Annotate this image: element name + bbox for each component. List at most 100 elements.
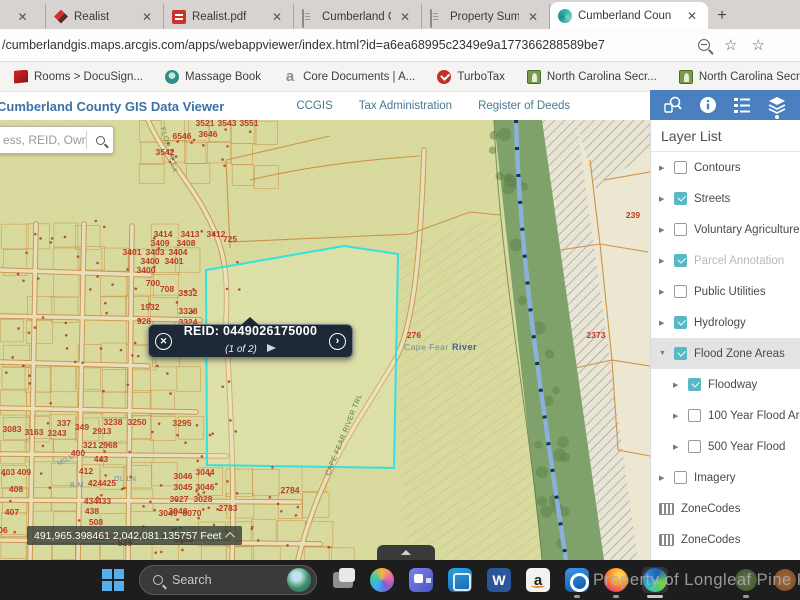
- expand-arrow-icon[interactable]: ▶: [673, 412, 681, 420]
- chevron-up-icon[interactable]: [226, 532, 236, 542]
- legend-icon[interactable]: [730, 93, 754, 117]
- search-doodle-icon[interactable]: [287, 568, 311, 592]
- layer-item[interactable]: ZoneCodes: [651, 493, 800, 524]
- zoom-indicator-icon[interactable]: [698, 39, 710, 51]
- layer-checkbox[interactable]: [688, 378, 701, 391]
- layer-item[interactable]: ▼ Flood Zone Areas: [651, 338, 800, 369]
- outlook-button[interactable]: [564, 567, 590, 593]
- nav-ccgis[interactable]: CCGIS: [296, 100, 332, 112]
- bookmark-docusign[interactable]: Rooms > DocuSign...: [14, 70, 143, 84]
- layers-icon[interactable]: [765, 93, 789, 117]
- tab-partial[interactable]: ✕: [0, 4, 46, 29]
- expand-arrow-icon[interactable]: ▶: [659, 257, 667, 265]
- tab-cumberland-active[interactable]: Cumberland Coun ✕: [550, 2, 708, 29]
- layer-checkbox[interactable]: [674, 161, 687, 174]
- bookmark-nc-secretary-1[interactable]: North Carolina Secr...: [527, 70, 657, 84]
- layer-checkbox[interactable]: [674, 347, 687, 360]
- map-canvas[interactable]: Cape FearRiverCAPE FEAR RIVER TRLFLOR DR…: [0, 120, 650, 560]
- parcel-number: 3521: [196, 120, 215, 128]
- expand-arrow-icon[interactable]: ▶: [673, 443, 681, 451]
- attribute-table-tab[interactable]: [377, 545, 435, 560]
- expand-arrow-icon[interactable]: ▶: [659, 226, 667, 234]
- document-favicon: [430, 9, 432, 28]
- bookmark-massage-book[interactable]: Massage Book: [165, 70, 261, 84]
- popup-flag-icon[interactable]: [267, 344, 276, 352]
- layer-item[interactable]: ▶Public Utilities: [651, 276, 800, 307]
- word-icon: W: [487, 568, 511, 592]
- new-tab-button[interactable]: +: [708, 4, 736, 29]
- parcel-number: 3049: [159, 508, 178, 518]
- bookmark-nc-secretary-2[interactable]: North Carolina Secr...: [679, 70, 800, 84]
- layer-item[interactable]: ▶Contours: [651, 152, 800, 183]
- popup-close-icon[interactable]: ✕: [155, 333, 172, 350]
- layer-item[interactable]: ▶Voluntary Agriculture Dist: [651, 214, 800, 245]
- nav-tax-administration[interactable]: Tax Administration: [359, 100, 452, 112]
- layer-item[interactable]: ▶Parcel Annotation: [651, 245, 800, 276]
- favorite-star-icon[interactable]: ☆: [724, 38, 737, 53]
- task-view-button[interactable]: [330, 567, 356, 593]
- layer-label: ZoneCodes: [681, 534, 740, 546]
- tab-realist[interactable]: Realist ✕: [46, 4, 164, 29]
- parcel-number: 2968: [99, 440, 118, 450]
- word-button[interactable]: W: [486, 567, 512, 593]
- layer-list: ▶Contours▶Streets▶Voluntary Agriculture …: [651, 152, 800, 560]
- tab-close-icon[interactable]: ✕: [525, 9, 541, 25]
- tab-close-icon[interactable]: ✕: [397, 9, 413, 25]
- layer-item[interactable]: ▶500 Year Flood: [651, 431, 800, 462]
- parcel-number: 424: [88, 478, 102, 488]
- tab-close-icon[interactable]: ✕: [269, 9, 285, 25]
- layer-checkbox[interactable]: [674, 192, 687, 205]
- blue-app-button[interactable]: [447, 567, 473, 593]
- nav-register-of-deeds[interactable]: Register of Deeds: [478, 100, 570, 112]
- tab-property-summary[interactable]: Property Summar ✕: [422, 4, 550, 29]
- parcel-number: 239: [626, 210, 640, 220]
- expand-arrow-icon[interactable]: ▶: [659, 288, 667, 296]
- expand-arrow-icon[interactable]: ▶: [659, 474, 667, 482]
- map-search-box[interactable]: [0, 126, 114, 154]
- tab-realist-pdf[interactable]: Realist.pdf ✕: [164, 4, 294, 29]
- search-icon[interactable]: [87, 136, 113, 145]
- nc-secretary-icon: [679, 70, 693, 84]
- parcel-number: 2784: [281, 485, 300, 495]
- start-button[interactable]: [100, 567, 126, 593]
- parcel-number: 407: [5, 507, 19, 517]
- expand-arrow-icon[interactable]: ▶: [659, 319, 667, 327]
- bookmark-core-documents[interactable]: aCore Documents | A...: [283, 70, 415, 84]
- expand-arrow-icon[interactable]: ▶: [659, 195, 667, 203]
- query-icon[interactable]: [661, 93, 685, 117]
- collapse-arrow-icon[interactable]: ▼: [659, 350, 667, 357]
- layer-item[interactable]: ▶Streets: [651, 183, 800, 214]
- layer-checkbox[interactable]: [674, 285, 687, 298]
- url-field[interactable]: /cumberlandgis.maps.arcgis.com/apps/weba…: [0, 38, 690, 52]
- parcel-number: 438: [85, 506, 99, 516]
- parcel-number: 3046: [174, 471, 193, 481]
- layer-label: Flood Zone Areas: [694, 348, 785, 360]
- layer-checkbox[interactable]: [674, 223, 687, 236]
- bookmark-turbotax[interactable]: TurboTax: [437, 70, 505, 84]
- favorites-list-icon[interactable]: ☆: [751, 38, 764, 53]
- layer-checkbox[interactable]: [688, 440, 701, 453]
- tab-close-icon[interactable]: ✕: [15, 9, 31, 25]
- info-icon[interactable]: [696, 93, 720, 117]
- popup-next-icon[interactable]: ›: [329, 333, 346, 350]
- layer-item[interactable]: ▶100 Year Flood Area: [651, 400, 800, 431]
- taskbar-search[interactable]: Search: [139, 565, 317, 595]
- expand-arrow-icon[interactable]: ▶: [659, 164, 667, 172]
- layer-item[interactable]: ZoneCodes: [651, 524, 800, 555]
- layer-checkbox[interactable]: [674, 254, 687, 267]
- tab-cumberland-1[interactable]: Cumberland Coun ✕: [294, 4, 422, 29]
- layer-checkbox[interactable]: [674, 316, 687, 329]
- teams-button[interactable]: [408, 567, 434, 593]
- layer-item[interactable]: ▶Imagery: [651, 462, 800, 493]
- expand-arrow-icon[interactable]: ▶: [673, 381, 681, 389]
- tab-close-icon[interactable]: ✕: [684, 8, 700, 24]
- parcel-number: 403: [1, 467, 15, 477]
- search-input[interactable]: [0, 133, 86, 147]
- layer-checkbox[interactable]: [688, 409, 701, 422]
- layer-checkbox[interactable]: [674, 471, 687, 484]
- layer-item[interactable]: ▶Hydrology: [651, 307, 800, 338]
- copilot-button[interactable]: [369, 567, 395, 593]
- amazon-button[interactable]: a: [525, 567, 551, 593]
- tab-close-icon[interactable]: ✕: [139, 9, 155, 25]
- layer-item[interactable]: ▶Floodway: [651, 369, 800, 400]
